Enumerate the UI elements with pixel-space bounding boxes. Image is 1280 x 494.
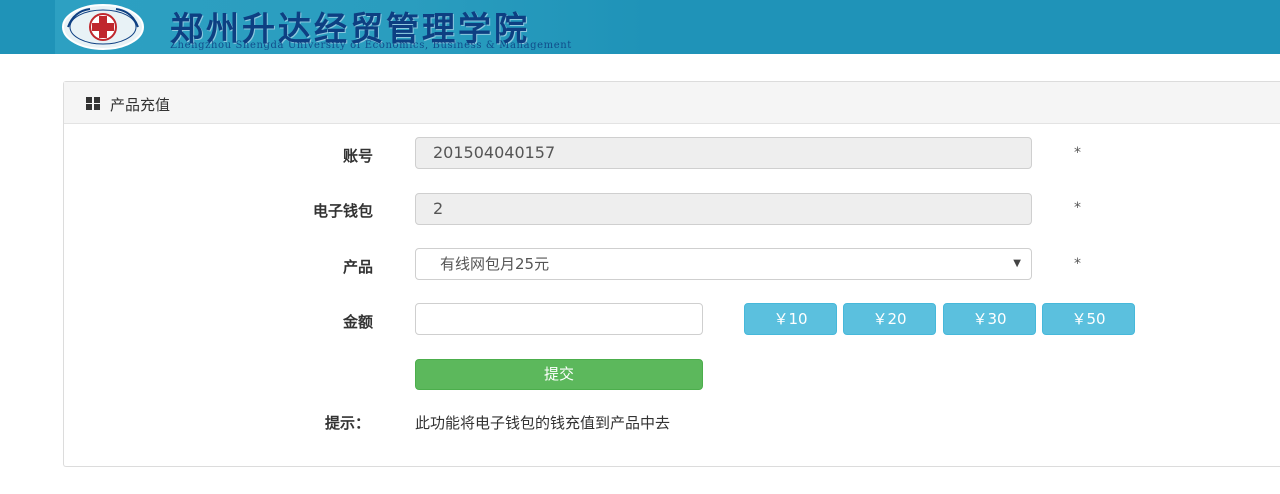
caret-down-icon: ▼ xyxy=(1013,258,1021,269)
product-selected-value: 有线网包月25元 xyxy=(440,255,550,273)
required-mark: * xyxy=(1074,145,1081,161)
product-select[interactable]: 有线网包月25元 ▼ xyxy=(415,248,1032,280)
panel-heading: 产品充值 xyxy=(64,82,1280,124)
wallet-label: 电子钱包 xyxy=(312,202,373,220)
amount-30-button[interactable]: ￥30 xyxy=(943,303,1036,335)
grid-icon xyxy=(86,97,101,111)
required-mark: * xyxy=(1074,200,1081,216)
amount-20-button[interactable]: ￥20 xyxy=(843,303,936,335)
amount-label: 金额 xyxy=(342,313,373,331)
panel-title: 产品充值 xyxy=(110,96,171,114)
header-banner: 郑州升达经贸管理学院 Zhengzhou Shengda University … xyxy=(0,0,1280,54)
school-name-english: Zhengzhou Shengda University of Economic… xyxy=(170,40,572,51)
account-label: 账号 xyxy=(342,147,373,165)
account-field[interactable]: 201504040157 xyxy=(415,137,1032,169)
hint-label: 提示： xyxy=(324,414,370,432)
required-mark: * xyxy=(1074,256,1081,272)
submit-button[interactable]: 提交 xyxy=(415,359,703,390)
amount-input[interactable] xyxy=(415,303,703,335)
product-label: 产品 xyxy=(342,258,373,276)
wallet-field[interactable]: 2 xyxy=(415,193,1032,225)
amount-10-button[interactable]: ￥10 xyxy=(744,303,837,335)
hint-text: 此功能将电子钱包的钱充值到产品中去 xyxy=(415,414,671,432)
amount-50-button[interactable]: ￥50 xyxy=(1042,303,1135,335)
school-logo-icon xyxy=(62,4,144,50)
